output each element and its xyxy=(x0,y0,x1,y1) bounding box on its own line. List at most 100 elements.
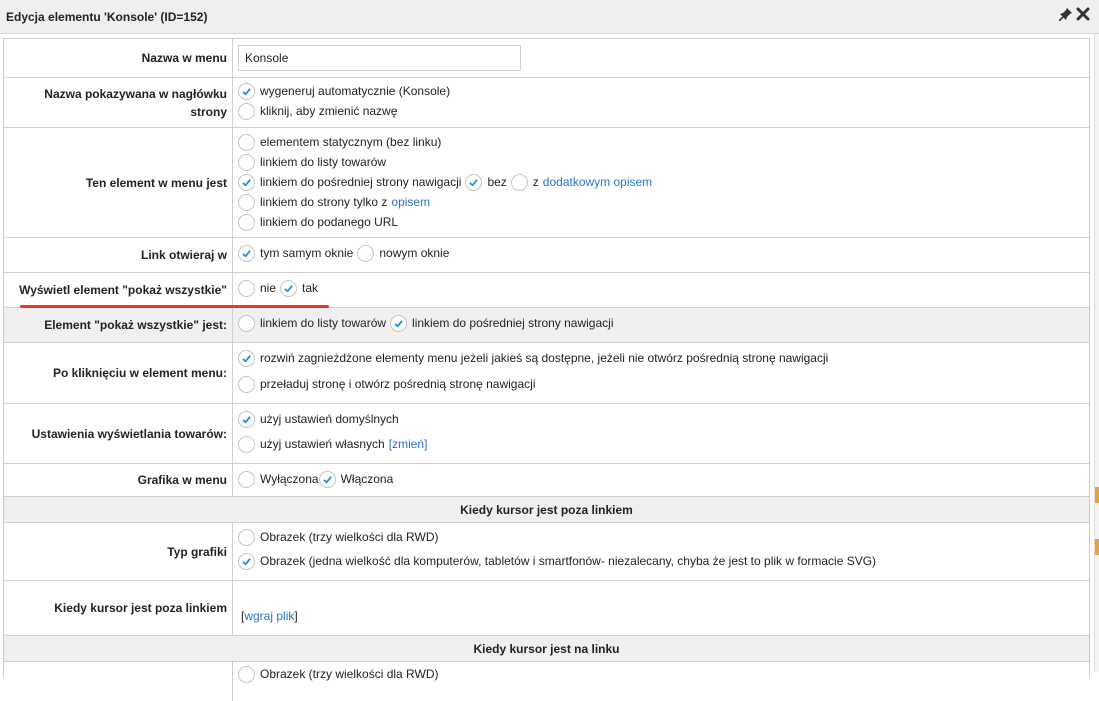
red-underline-highlight xyxy=(20,305,329,308)
label-product-display: Ustawienia wyświetlania towarów: xyxy=(4,404,233,463)
upload-file-link[interactable]: wgraj plik xyxy=(244,609,294,623)
label-on-click: Po kliknięciu w element menu: xyxy=(4,343,233,403)
change-settings-link[interactable]: [zmień] xyxy=(389,437,428,451)
additional-description-link[interactable]: dodatkowym opisem xyxy=(543,175,652,189)
label-partial xyxy=(4,662,233,701)
radio-icon[interactable] xyxy=(357,244,375,262)
label-header-name: Nazwa pokazywana w nagłówku strony xyxy=(4,78,233,127)
option-label: rozwiń zagnieżdżone elementy menu jeżeli… xyxy=(260,351,829,365)
row-graphic-type: Typ grafiki Obrazek (trzy wielkości dla … xyxy=(4,522,1089,580)
option-product-list[interactable]: linkiem do listy towarów xyxy=(238,152,386,172)
row-header-name: Nazwa pokazywana w nagłówku strony wygen… xyxy=(4,77,1089,127)
radio-checked-icon[interactable] xyxy=(390,314,408,332)
close-icon[interactable] xyxy=(1076,7,1090,21)
option-label: nowym oknie xyxy=(379,246,450,260)
label-show-all-is: Element "pokaż wszystkie" jest: xyxy=(4,308,233,342)
radio-icon[interactable] xyxy=(238,153,255,171)
option-default-settings[interactable]: użyj ustawień domyślnych xyxy=(238,409,399,429)
option-label: wygeneruj automatycznie (Konsole) xyxy=(260,84,451,98)
row-partial: Obrazek (trzy wielkości dla RWD) xyxy=(4,661,1089,701)
background-accent xyxy=(1095,487,1099,503)
window-titlebar: Edycja elementu 'Konsole' (ID=152) xyxy=(0,0,1099,34)
row-menu-graphic: Grafika w menu Wyłączona Włączona xyxy=(4,463,1089,496)
radio-checked-icon[interactable] xyxy=(238,244,255,262)
row-menu-name: Nazwa w menu xyxy=(4,39,1089,77)
row-show-all: Wyświetl element "pokaż wszystkie" nie t… xyxy=(4,272,1089,307)
row-link-open: Link otwieraj w tym samym oknie nowym ok… xyxy=(4,237,1089,272)
option-static[interactable]: elementem statycznym (bez linku) xyxy=(238,132,441,152)
option-auto-name[interactable]: wygeneruj automatycznie (Konsole) xyxy=(238,81,450,101)
option-expand-nested[interactable]: rozwiń zagnieżdżone elementy menu jeżeli… xyxy=(238,348,828,368)
upload-file-control: [wgraj plik] xyxy=(241,606,298,626)
radio-icon[interactable] xyxy=(238,470,255,488)
radio-checked-icon[interactable] xyxy=(238,410,255,428)
radio-icon[interactable] xyxy=(238,665,255,683)
radio-icon[interactable] xyxy=(238,528,255,546)
option-label: linkiem do strony tylko z xyxy=(260,195,388,209)
option-description-page[interactable]: linkiem do strony tylko z opisem xyxy=(238,192,430,212)
scrollbar-track[interactable] xyxy=(1094,34,1099,672)
menu-name-input[interactable] xyxy=(238,45,521,71)
radio-checked-icon[interactable] xyxy=(238,349,255,367)
radio-checked-icon[interactable] xyxy=(238,552,255,570)
option-three-sizes[interactable]: Obrazek (trzy wielkości dla RWD) xyxy=(238,527,438,547)
option-label: użyj ustawień domyślnych xyxy=(260,412,399,426)
label-show-all: Wyświetl element "pokaż wszystkie" xyxy=(4,273,233,307)
option-url[interactable]: linkiem do podanego URL xyxy=(238,212,398,232)
bracket-close: ] xyxy=(294,609,298,623)
option-reload-page[interactable]: przeładuj stronę i otwórz pośrednią stro… xyxy=(238,374,535,394)
row-on-click: Po kliknięciu w element menu: rozwiń zag… xyxy=(4,342,1089,403)
option-nav-page[interactable]: linkiem do pośredniej strony nawigacji b… xyxy=(238,172,652,192)
description-link[interactable]: opisem xyxy=(391,195,430,209)
option-label: linkiem do pośredniej strony nawigacji xyxy=(412,316,614,330)
option-label: przeładuj stronę i otwórz pośrednią stro… xyxy=(260,377,536,391)
label-element-type: Ten element w menu jest xyxy=(4,128,233,237)
label-menu-graphic: Grafika w menu xyxy=(4,464,233,496)
option-partial[interactable]: Obrazek (trzy wielkości dla RWD) xyxy=(238,664,438,684)
radio-icon[interactable] xyxy=(238,133,255,151)
option-label: tak xyxy=(302,281,319,295)
radio-checked-icon[interactable] xyxy=(280,279,298,297)
option-label: linkiem do listy towarów xyxy=(260,316,387,330)
section-cursor-outside: Kiedy kursor jest poza linkiem xyxy=(4,496,1089,522)
radio-checked-icon[interactable] xyxy=(465,173,483,191)
option-show-all-is[interactable]: linkiem do listy towarów linkiem do pośr… xyxy=(238,313,613,333)
option-label: nie xyxy=(260,281,277,295)
row-element-type: Ten element w menu jest elementem statyc… xyxy=(4,127,1089,237)
option-one-size[interactable]: Obrazek (jedna wielkość dla komputerów, … xyxy=(238,551,876,571)
row-product-display: Ustawienia wyświetlania towarów: użyj us… xyxy=(4,403,1089,463)
option-change-name[interactable]: kliknij, aby zmienić nazwę xyxy=(238,101,397,121)
radio-icon[interactable] xyxy=(238,102,255,120)
radio-icon[interactable] xyxy=(238,314,255,332)
option-label: Obrazek (jedna wielkość dla komputerów, … xyxy=(260,554,877,568)
option-label: linkiem do listy towarów xyxy=(260,155,387,169)
option-show-all[interactable]: nie tak xyxy=(238,278,318,298)
label-menu-name: Nazwa w menu xyxy=(4,39,233,77)
label-link-open: Link otwieraj w xyxy=(4,238,233,272)
option-label: elementem statycznym (bez linku) xyxy=(260,135,442,149)
radio-checked-icon[interactable] xyxy=(318,470,336,488)
background-accent xyxy=(1095,539,1099,555)
label-outside-file: Kiedy kursor jest poza linkiem xyxy=(4,581,233,635)
row-outside-file: Kiedy kursor jest poza linkiem [wgraj pl… xyxy=(4,580,1089,635)
option-label: linkiem do pośredniej strony nawigacji xyxy=(260,175,462,189)
radio-icon[interactable] xyxy=(238,279,255,297)
option-same-window[interactable]: tym samym oknie nowym oknie xyxy=(238,243,449,263)
option-own-settings[interactable]: użyj ustawień własnych [zmień] xyxy=(238,434,427,454)
option-label: Wyłączona xyxy=(260,472,319,486)
radio-icon[interactable] xyxy=(238,435,255,453)
option-label: kliknij, aby zmienić nazwę xyxy=(260,104,398,118)
option-z-label: z xyxy=(532,175,539,189)
radio-icon[interactable] xyxy=(238,213,255,231)
edit-form: Nazwa w menu Nazwa pokazywana w nagłówku… xyxy=(3,38,1090,701)
label-graphic-type: Typ grafiki xyxy=(4,523,233,580)
option-menu-graphic[interactable]: Wyłączona Włączona xyxy=(238,469,393,489)
radio-icon[interactable] xyxy=(510,173,528,191)
radio-icon[interactable] xyxy=(238,193,255,211)
radio-checked-icon[interactable] xyxy=(238,82,255,100)
row-show-all-is: Element "pokaż wszystkie" jest: linkiem … xyxy=(4,307,1089,342)
section-cursor-on: Kiedy kursor jest na linku xyxy=(4,635,1089,661)
radio-checked-icon[interactable] xyxy=(238,173,255,191)
radio-icon[interactable] xyxy=(238,375,255,393)
pin-icon[interactable] xyxy=(1059,7,1073,21)
